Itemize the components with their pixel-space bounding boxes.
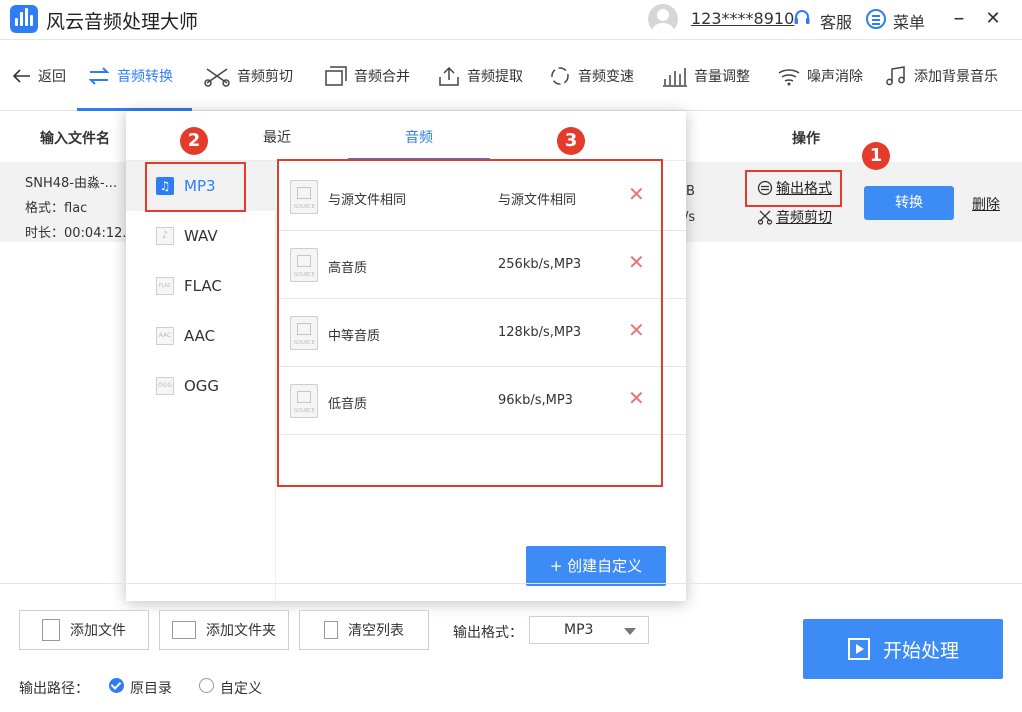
tab-label: 音频变速 (578, 69, 634, 85)
file-duration: 时长：00:04:12.2 (25, 226, 135, 241)
radio-original-dir[interactable] (109, 678, 124, 693)
format-item-flac[interactable]: FLAC FLAC (126, 261, 276, 311)
output-format-value: MP3 (564, 622, 594, 638)
back-button[interactable]: 返回 (12, 41, 66, 111)
annotation-badge-3: 3 (557, 127, 585, 155)
trash-icon (324, 621, 338, 639)
file-name: SNH48-由淼-... (25, 176, 118, 191)
app-title: 风云音频处理大师 (46, 11, 199, 33)
add-folder-button[interactable]: 添加文件夹 (159, 610, 289, 650)
format-item-ogg[interactable]: OGG OGG (126, 361, 276, 411)
create-custom-label: 创建自定义 (567, 557, 643, 575)
scissors-icon (757, 210, 773, 225)
start-processing-label: 开始处理 (882, 639, 959, 662)
file-format: 格式：flac (25, 201, 88, 216)
aac-file-icon: AAC (156, 327, 174, 345)
format-label: WAV (184, 227, 218, 245)
file-size-partial: B (686, 184, 695, 199)
speed-cycle-icon (551, 67, 569, 85)
tab-volume-adjust[interactable]: 音量调整 (662, 41, 750, 111)
add-file-label: 添加文件 (70, 623, 126, 639)
format-label: FLAC (184, 277, 222, 295)
radio-custom-dir-label: 自定义 (220, 681, 262, 697)
menu-button[interactable]: 菜单 (893, 9, 925, 33)
upload-icon (439, 66, 459, 86)
tab-audio-speed[interactable]: 音频变速 (548, 41, 634, 111)
tab-add-bgm[interactable]: 添加背景音乐 (884, 41, 998, 111)
tab-label: 音频合并 (354, 69, 410, 85)
headset-icon[interactable] (793, 9, 811, 27)
plus-icon: + (549, 557, 563, 575)
cut-label: 音频剪切 (776, 210, 832, 226)
annotation-box-1 (745, 170, 842, 207)
annotation-box-3 (277, 159, 663, 487)
minimize-button[interactable]: – (946, 6, 972, 32)
play-icon (847, 638, 870, 660)
tab-label: 添加背景音乐 (914, 69, 998, 85)
music-note-icon (886, 66, 905, 86)
tab-label: 音频剪切 (237, 69, 293, 85)
waveform-logo-icon (10, 5, 38, 33)
create-custom-button[interactable]: + 创建自定义 (526, 546, 666, 586)
format-label: OGG (184, 377, 220, 395)
convert-button[interactable]: 转换 (864, 186, 954, 220)
annotation-badge-1: 1 (862, 142, 890, 170)
delete-link[interactable]: 删除 (972, 194, 1000, 214)
arrow-left-icon (12, 69, 30, 83)
column-header-filename: 输入文件名 (40, 131, 110, 147)
convert-arrows-icon (88, 67, 110, 85)
avatar[interactable] (648, 4, 678, 34)
radio-original-dir-label: 原目录 (130, 681, 172, 697)
merge-icon (325, 66, 347, 86)
tab-label: 噪声消除 (807, 69, 863, 85)
add-file-icon (42, 619, 60, 641)
service-button[interactable]: 客服 (820, 9, 852, 33)
tab-label: 音频提取 (467, 69, 523, 85)
tab-recent[interactable]: 最近 (263, 127, 291, 147)
tab-noise-removal[interactable]: 噪声消除 (777, 41, 863, 111)
noise-wave-icon (778, 69, 800, 86)
tab-label: 音量调整 (694, 69, 750, 85)
ogg-file-icon: OGG (156, 377, 174, 395)
music-file-icon: ♪ (156, 227, 174, 245)
clear-list-label: 清空列表 (348, 623, 404, 639)
radio-custom-dir[interactable] (199, 678, 214, 693)
add-folder-label: 添加文件夹 (206, 623, 276, 639)
tab-audio[interactable]: 音频 (405, 127, 433, 147)
format-item-aac[interactable]: AAC AAC (126, 311, 276, 361)
annotation-box-2 (145, 162, 246, 212)
annotation-badge-2: 2 (180, 127, 208, 155)
tab-audio-merge[interactable]: 音频合并 (324, 41, 410, 111)
tab-audio-convert[interactable]: 音频转换 (87, 41, 173, 111)
flac-file-icon: FLAC (156, 277, 174, 295)
chevron-down-icon (624, 628, 636, 635)
add-file-button[interactable]: 添加文件 (19, 610, 149, 650)
output-path-label: 输出路径： (19, 681, 89, 697)
tab-audio-cut[interactable]: 音频剪切 (203, 41, 293, 111)
format-label: AAC (184, 327, 216, 345)
clear-list-button[interactable]: 清空列表 (299, 610, 429, 650)
divider (0, 583, 1022, 584)
title-bar: 风云音频处理大师 123****8910 客服 菜单 – ✕ (0, 0, 1022, 40)
volume-bars-icon (663, 68, 687, 87)
back-label: 返回 (38, 69, 66, 85)
add-folder-icon (172, 621, 196, 639)
format-list: ♫ MP3 ♪ WAV FLAC FLAC AAC AAC OGG OGG (126, 161, 276, 601)
scissors-icon (204, 68, 230, 87)
close-button[interactable]: ✕ (980, 6, 1006, 32)
menu-icon[interactable] (866, 9, 886, 29)
start-processing-button[interactable]: 开始处理 (803, 619, 1003, 679)
output-format-select[interactable]: MP3 (529, 616, 649, 644)
tab-label: 音频转换 (117, 69, 173, 85)
format-item-wav[interactable]: ♪ WAV (126, 211, 276, 261)
output-format-label: 输出格式： (453, 625, 523, 641)
toolbar: 返回 音频转换 音频剪切 音频合并 音频提取 音频变速 音量调整 噪声消除 添加… (0, 41, 1022, 111)
tab-audio-extract[interactable]: 音频提取 (437, 41, 523, 111)
column-header-action: 操作 (792, 131, 820, 147)
cut-link[interactable]: 音频剪切 (757, 207, 832, 227)
account-link[interactable]: 123****8910 (691, 9, 794, 28)
